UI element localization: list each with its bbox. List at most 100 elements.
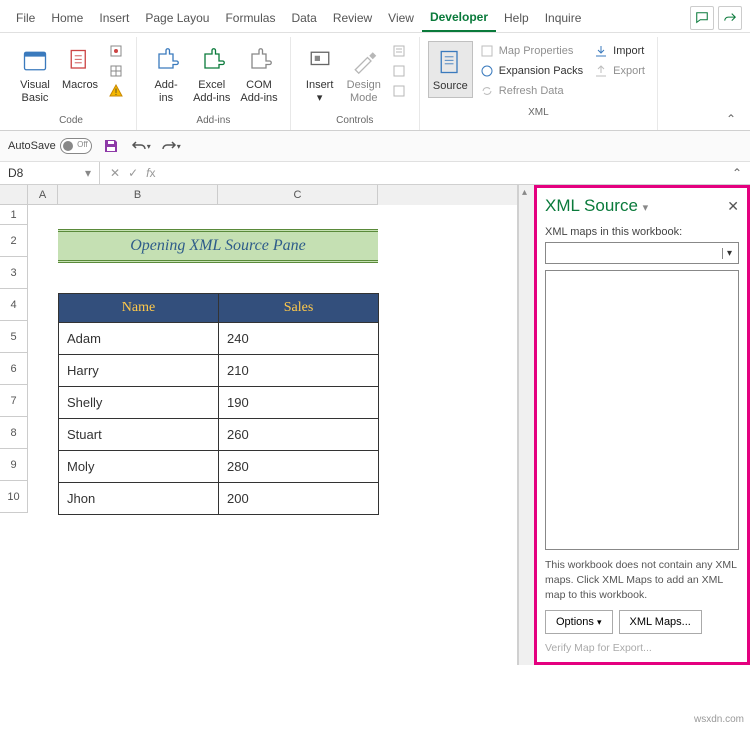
worksheet-grid[interactable]: A B C 1 2 3 4 5 6 7 8 9 10 Opening XML S… [0,185,518,665]
tab-page-layout[interactable]: Page Layou [137,5,217,31]
row-header[interactable]: 10 [0,481,28,513]
autosave-toggle[interactable]: AutoSave Off [8,138,92,154]
xml-tree-view[interactable] [545,270,739,550]
save-button[interactable] [100,135,122,157]
tab-formulas[interactable]: Formulas [217,5,283,31]
redo-button[interactable]: ▾ [160,135,182,157]
row-header[interactable]: 6 [0,353,28,385]
tab-file[interactable]: File [8,5,43,31]
tab-data[interactable]: Data [283,5,324,31]
expansion-packs-button[interactable]: Expansion Packs [475,61,587,81]
view-code-button[interactable] [387,61,411,81]
source-button[interactable]: Source [428,41,473,98]
cancel-formula-icon[interactable]: ✕ [110,166,120,180]
comments-icon[interactable] [690,6,714,30]
formula-bar[interactable] [165,169,723,177]
cell[interactable]: Adam [59,323,219,355]
map-properties-button[interactable]: Map Properties [475,41,587,61]
record-icon [108,43,124,59]
row-header[interactable]: 9 [0,449,28,481]
source-icon [434,46,466,78]
row-header[interactable]: 2 [0,225,28,257]
insert-control-icon [304,45,336,77]
tab-help[interactable]: Help [496,5,537,31]
tab-view[interactable]: View [380,5,422,31]
refresh-data-button[interactable]: Refresh Data [475,81,587,101]
share-icon[interactable] [718,6,742,30]
relative-ref-button[interactable] [104,61,128,81]
row-header[interactable]: 4 [0,289,28,321]
enter-formula-icon[interactable]: ✓ [128,166,138,180]
tab-home[interactable]: Home [43,5,91,31]
cells-area[interactable]: Opening XML Source Pane Name Sales Adam2… [28,205,517,665]
title-cell[interactable]: Opening XML Source Pane [58,229,378,263]
chevron-down-icon: ▾ [597,617,602,627]
insert-control-button[interactable]: Insert▾ [299,41,341,109]
row-header[interactable]: 5 [0,321,28,353]
ribbon-tabs: File Home Insert Page Layou Formulas Dat… [0,0,750,33]
import-button[interactable]: Import [589,41,649,61]
cell[interactable]: Moly [59,451,219,483]
row-header[interactable]: 7 [0,385,28,417]
col-header-b[interactable]: B [58,185,218,205]
cell[interactable]: Harry [59,355,219,387]
row-header[interactable]: 3 [0,257,28,289]
close-pane-button[interactable]: ✕ [727,198,739,215]
chevron-down-icon: ▾ [722,248,736,259]
refresh-icon [479,83,495,99]
options-button[interactable]: Options ▾ [545,610,613,634]
xml-maps-select[interactable]: ▾ [545,242,739,264]
cell[interactable]: Jhon [59,483,219,515]
xml-maps-button[interactable]: XML Maps... [619,610,702,634]
addins-button[interactable]: Add- ins [145,41,187,109]
undo-button[interactable]: ▾ [130,135,152,157]
design-mode-button[interactable]: Design Mode [343,41,385,109]
run-dialog-button[interactable] [387,81,411,101]
cell[interactable]: 190 [219,387,379,419]
expand-formula-bar[interactable]: ⌃ [724,162,750,184]
table-row: Moly280 [59,451,379,483]
cell[interactable]: 280 [219,451,379,483]
row-header[interactable]: 8 [0,417,28,449]
properties-icon [391,43,407,59]
header-name[interactable]: Name [59,294,219,323]
select-all-corner[interactable] [0,185,28,205]
visual-basic-icon [19,45,51,77]
com-addins-icon [243,45,275,77]
header-sales[interactable]: Sales [219,294,379,323]
chevron-down-icon[interactable]: ▾ [643,202,649,214]
excel-addins-button[interactable]: Excel Add-ins [189,41,234,109]
tab-developer[interactable]: Developer [422,4,496,32]
cell[interactable]: 200 [219,483,379,515]
cell[interactable]: 240 [219,323,379,355]
tab-inquire[interactable]: Inquire [537,5,590,31]
chevron-down-icon: ▾ [85,166,91,180]
table-header-row: Name Sales [59,294,379,323]
cell[interactable]: 210 [219,355,379,387]
table-row: Harry210 [59,355,379,387]
com-addins-button[interactable]: COM Add-ins [236,41,281,109]
col-header-a[interactable]: A [28,185,58,205]
vertical-scrollbar[interactable] [518,185,534,665]
properties-button[interactable] [387,41,411,61]
macros-button[interactable]: Macros [58,41,102,96]
table-row: Stuart260 [59,419,379,451]
record-macro-button[interactable] [104,41,128,61]
import-icon [593,43,609,59]
name-box[interactable]: D8▾ [0,162,100,184]
ribbon-group-addins: Add- ins Excel Add-ins COM Add-ins Add-i… [137,37,291,130]
data-table: Name Sales Adam240 Harry210 Shelly190 St… [58,293,379,515]
row-header[interactable]: 1 [0,205,28,225]
export-button[interactable]: Export [589,61,649,81]
tab-review[interactable]: Review [325,5,380,31]
collapse-ribbon-button[interactable]: ⌃ [718,108,744,130]
visual-basic-button[interactable]: Visual Basic [14,41,56,109]
col-header-c[interactable]: C [218,185,378,205]
cell[interactable]: Shelly [59,387,219,419]
xml-pane-title: XML Source ▾ [545,196,648,216]
cell[interactable]: 260 [219,419,379,451]
cell[interactable]: Stuart [59,419,219,451]
fx-icon[interactable]: fx [146,166,155,180]
tab-insert[interactable]: Insert [91,5,137,31]
macro-security-button[interactable]: ! [104,81,128,101]
